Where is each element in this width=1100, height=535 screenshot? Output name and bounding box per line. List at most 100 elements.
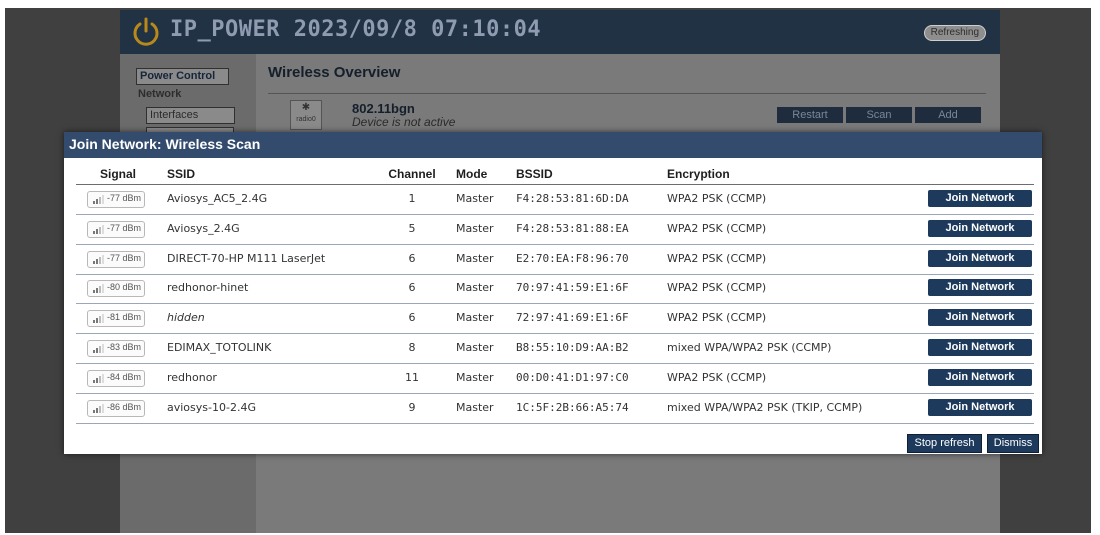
- signal-value: -84 dBm: [107, 371, 142, 382]
- radio-status-text: Device is not active: [352, 115, 456, 129]
- bssid-cell: F4:28:53:81:88:EA: [516, 221, 629, 235]
- sidebar-section-network: Network: [138, 88, 182, 100]
- ssid-cell: redhonor: [167, 370, 217, 384]
- signal-badge: -81 dBm: [87, 310, 145, 328]
- signal-strength-icon: [93, 373, 104, 383]
- bssid-cell: F4:28:53:81:6D:DA: [516, 192, 629, 205]
- table-row: -80 dBm redhonor-hinet 6 Master 70:97:41…: [76, 274, 1034, 305]
- channel-cell: 6: [408, 311, 416, 325]
- bssid-cell: E2:70:EA:F8:96:70: [516, 251, 629, 265]
- bssid-cell: 1C:5F:2B:66:A5:74: [516, 400, 629, 414]
- ssid-cell: Aviosys_2.4G: [167, 221, 240, 235]
- bssid-cell: 72:97:41:69:E1:6F: [516, 311, 629, 325]
- table-row: -84 dBm redhonor 11 Master 00:D0:41:D1:9…: [76, 364, 1034, 394]
- mode-cell: Master: [456, 192, 494, 205]
- mode-cell: Master: [456, 400, 494, 414]
- table-row: -86 dBm aviosys-10-2.4G 9 Master 1C:5F:2…: [76, 394, 1034, 424]
- sidebar-item-interfaces[interactable]: Interfaces: [146, 107, 235, 124]
- signal-strength-icon: [93, 284, 104, 294]
- signal-badge: -83 dBm: [87, 340, 145, 357]
- channel-cell: 11: [405, 370, 419, 384]
- power-icon: [133, 17, 159, 46]
- signal-value: -77 dBm: [107, 193, 142, 203]
- column-header-ssid: SSID: [167, 167, 196, 181]
- join-network-button[interactable]: Join Network: [928, 190, 1032, 207]
- signal-value: -83 dBm: [107, 342, 142, 352]
- encryption-cell: mixed WPA/WPA2 PSK (TKIP, CCMP): [667, 400, 863, 414]
- app-header: IP_POWER 2023/09/8 07:10:04 Refreshing: [120, 10, 1000, 54]
- heading-divider: [268, 93, 986, 94]
- ssid-cell: aviosys-10-2.4G: [167, 400, 256, 414]
- mode-cell: Master: [456, 341, 494, 354]
- bssid-cell: 00:D0:41:D1:97:C0: [516, 370, 629, 384]
- bssid-cell: 70:97:41:59:E1:6F: [516, 281, 629, 295]
- channel-cell: 1: [408, 192, 416, 205]
- app-title: IP_POWER 2023/09/8 07:10:04: [170, 17, 542, 42]
- signal-badge: -80 dBm: [87, 280, 145, 298]
- mode-cell: Master: [456, 370, 494, 384]
- dismiss-button[interactable]: Dismiss: [987, 434, 1039, 453]
- join-network-button[interactable]: Join Network: [928, 309, 1032, 327]
- scan-button[interactable]: Scan: [846, 107, 912, 123]
- bssid-cell: B8:55:10:D9:AA:B2: [516, 341, 629, 354]
- channel-cell: 8: [408, 341, 416, 354]
- mode-cell: Master: [456, 221, 494, 235]
- join-network-button[interactable]: Join Network: [928, 368, 1032, 386]
- signal-badge: -84 dBm: [87, 369, 145, 387]
- ssid-cell: Aviosys_AC5_2.4G: [167, 192, 268, 205]
- table-row: -77 dBm DIRECT-70-HP M111 LaserJet 6 Mas…: [76, 245, 1034, 275]
- mode-cell: Master: [456, 281, 494, 295]
- page-title: Wireless Overview: [268, 64, 401, 81]
- join-network-button[interactable]: Join Network: [928, 279, 1032, 297]
- encryption-cell: WPA2 PSK (CCMP): [667, 370, 767, 384]
- sidebar-item-power-control[interactable]: Power Control: [136, 68, 229, 85]
- signal-value: -77 dBm: [107, 252, 142, 263]
- table-row: -81 dBm hidden 6 Master 72:97:41:69:E1:6…: [76, 304, 1034, 335]
- dialog-title: Join Network: Wireless Scan: [69, 136, 261, 152]
- channel-cell: 5: [408, 221, 416, 235]
- signal-badge: -77 dBm: [87, 191, 145, 208]
- restart-button[interactable]: Restart: [777, 107, 843, 123]
- column-header-bssid: BSSID: [516, 167, 553, 181]
- encryption-cell: WPA2 PSK (CCMP): [667, 192, 767, 205]
- channel-cell: 9: [408, 400, 416, 414]
- encryption-cell: WPA2 PSK (CCMP): [667, 251, 767, 265]
- signal-value: -80 dBm: [107, 282, 142, 293]
- table-row: -77 dBm Aviosys_2.4G 5 Master F4:28:53:8…: [76, 215, 1034, 245]
- join-network-button[interactable]: Join Network: [928, 219, 1032, 237]
- join-network-button[interactable]: Join Network: [928, 249, 1032, 267]
- table-row: -77 dBm Aviosys_AC5_2.4G 1 Master F4:28:…: [76, 185, 1034, 215]
- ssid-cell: hidden: [167, 311, 205, 325]
- ssid-cell: DIRECT-70-HP M111 LaserJet: [167, 251, 326, 265]
- radio-device-card: ✱ radio0: [290, 100, 322, 130]
- signal-badge: -77 dBm: [87, 250, 145, 268]
- ssid-cell: EDIMAX_TOTOLINK: [167, 341, 272, 354]
- encryption-cell: mixed WPA/WPA2 PSK (CCMP): [667, 341, 832, 354]
- refreshing-status-badge[interactable]: Refreshing: [923, 25, 986, 41]
- wireless-scan-dialog: Join Network: Wireless Scan Signal SSID …: [64, 132, 1042, 454]
- channel-cell: 6: [408, 251, 416, 265]
- wifi-antenna-icon: ✱: [301, 102, 311, 113]
- signal-value: -81 dBm: [107, 312, 142, 323]
- encryption-cell: WPA2 PSK (CCMP): [667, 311, 767, 325]
- signal-strength-icon: [93, 195, 104, 204]
- join-network-button[interactable]: Join Network: [928, 339, 1032, 356]
- mode-cell: Master: [456, 311, 494, 325]
- column-header-encryption: Encryption: [667, 167, 730, 181]
- column-header-signal: Signal: [99, 167, 136, 181]
- signal-strength-icon: [93, 224, 104, 234]
- ssid-cell: redhonor-hinet: [167, 281, 249, 295]
- signal-badge: -86 dBm: [87, 399, 145, 417]
- column-header-mode: Mode: [456, 167, 488, 181]
- join-network-button[interactable]: Join Network: [928, 398, 1032, 416]
- signal-strength-icon: [93, 403, 104, 413]
- signal-value: -77 dBm: [107, 222, 142, 233]
- mode-cell: Master: [456, 251, 494, 265]
- stop-refresh-button[interactable]: Stop refresh: [907, 434, 982, 453]
- add-button[interactable]: Add: [915, 107, 981, 123]
- signal-strength-icon: [93, 254, 104, 264]
- signal-strength-icon: [93, 314, 104, 324]
- column-header-channel: Channel: [388, 167, 436, 181]
- radio-mode-label: 802.11bgn: [352, 101, 415, 116]
- signal-badge: -77 dBm: [87, 220, 145, 238]
